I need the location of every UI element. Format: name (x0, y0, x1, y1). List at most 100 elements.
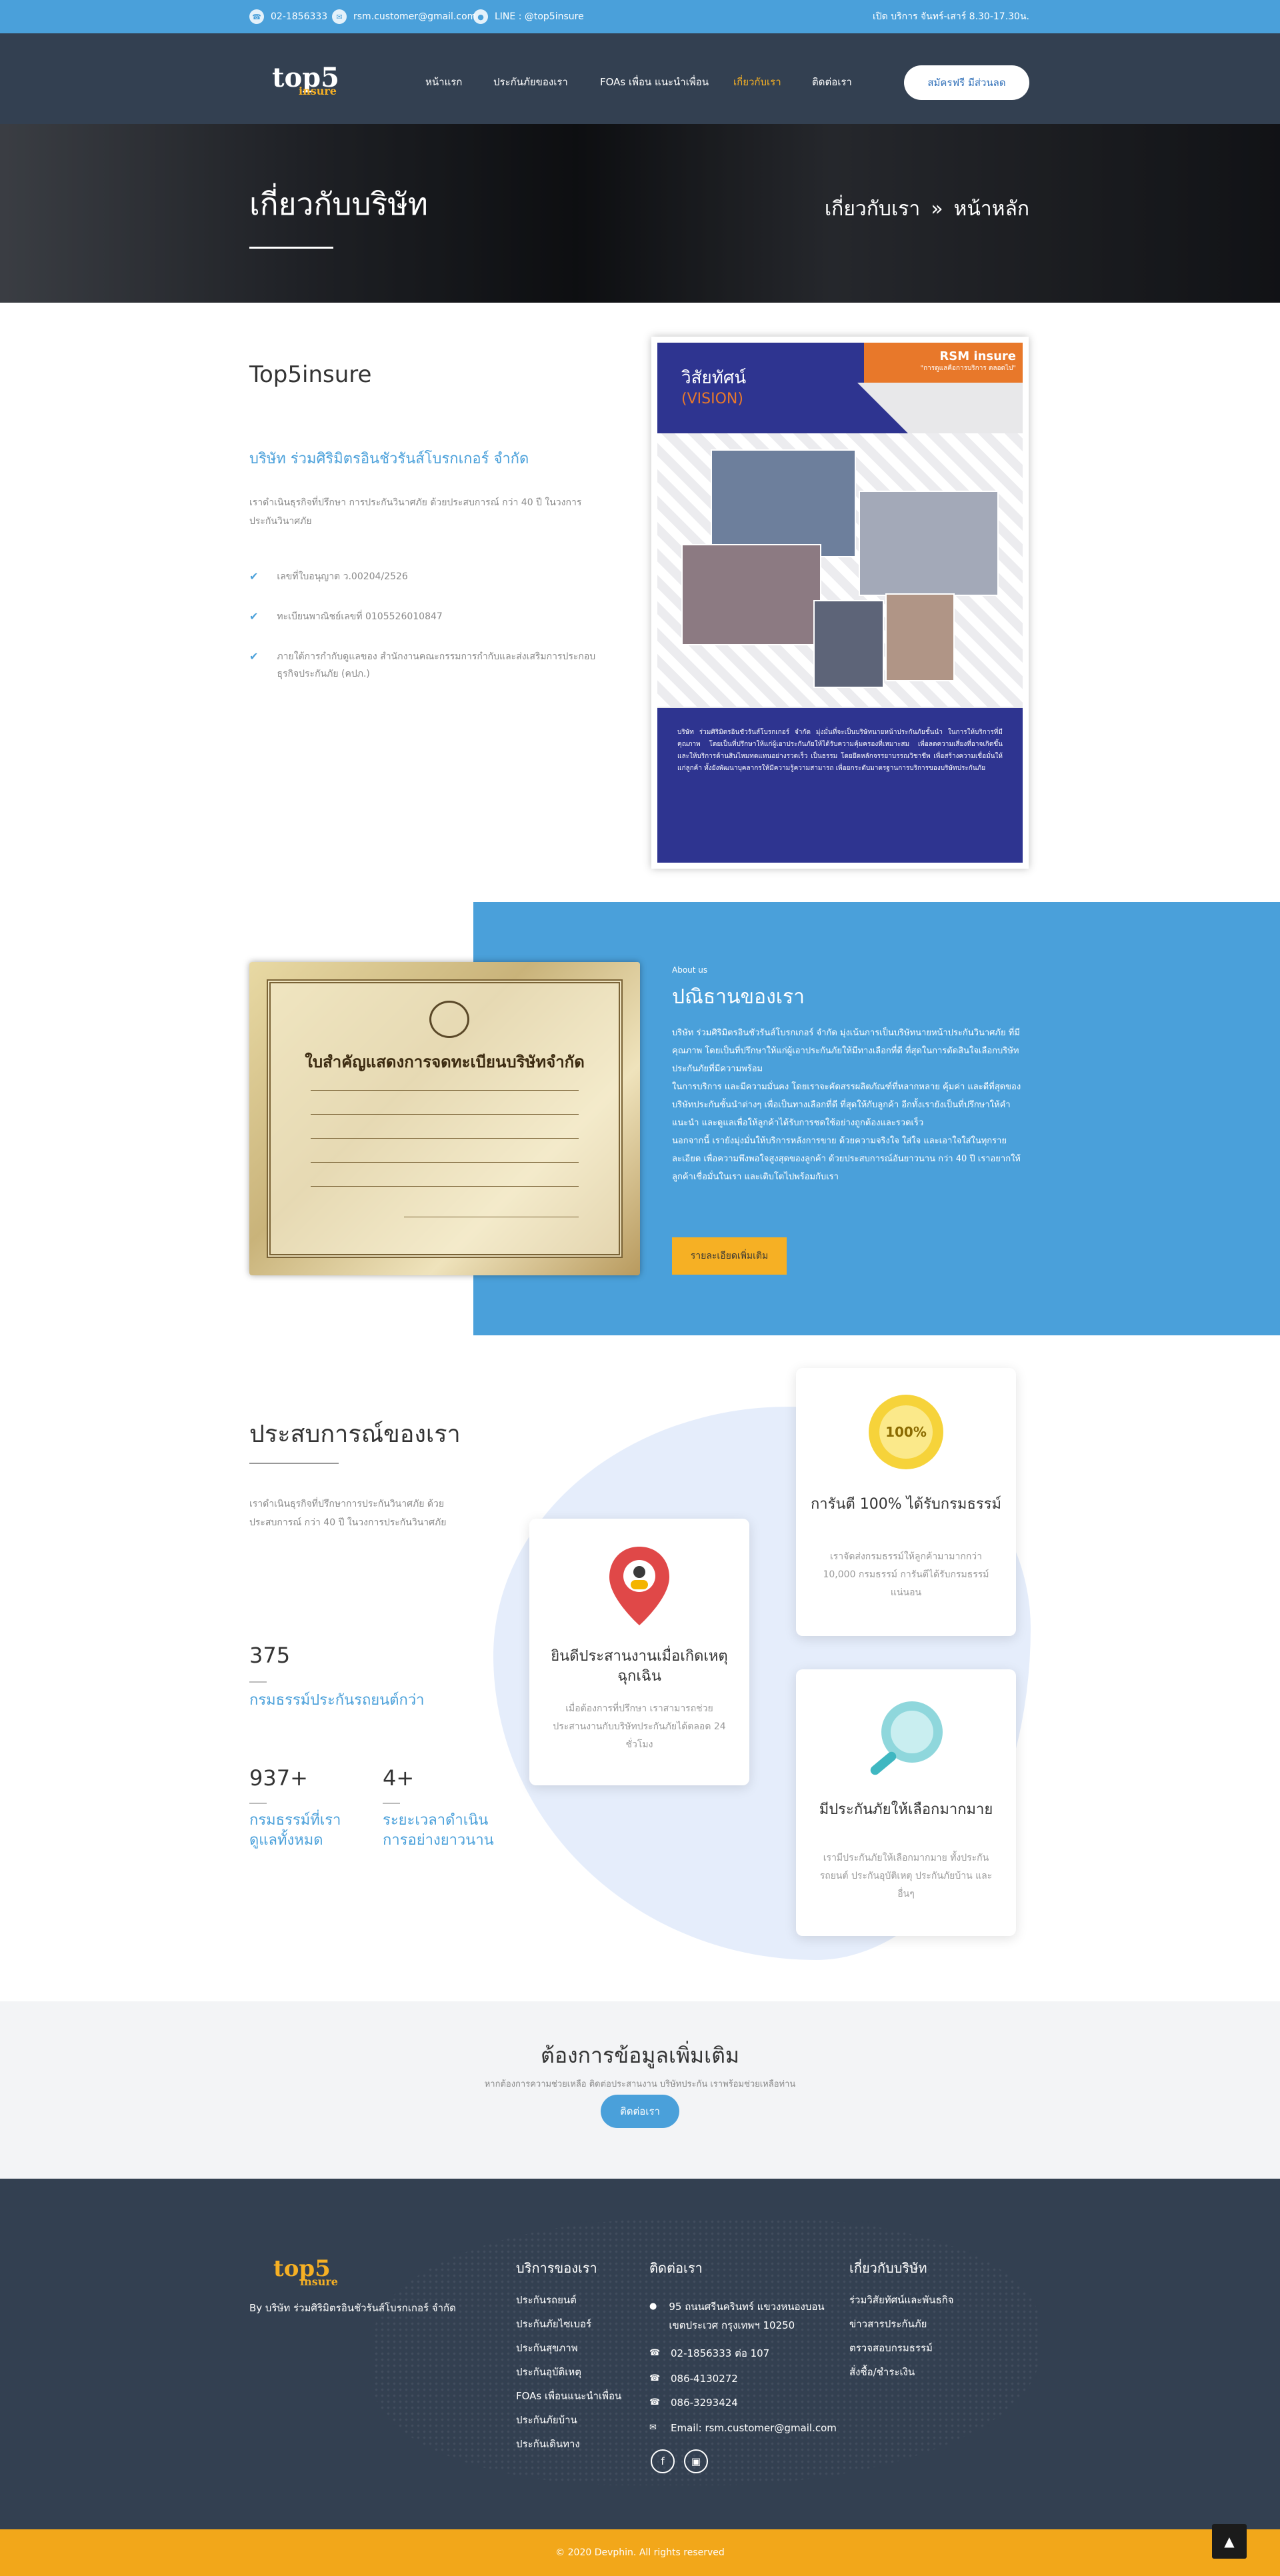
vision-poster: RSM insure "การดูแลคือการบริการ ตลอดไป" ว… (651, 337, 1029, 869)
breadcrumb-current: เกี่ยวกับเรา (824, 197, 921, 221)
footer-link[interactable]: ประกันภัยไซเบอร์ (516, 2316, 621, 2340)
footer-email[interactable]: ✉ Email: rsm.customer@gmail.com (649, 2419, 837, 2437)
stat-label: กรมธรรม์ประกันรถยนต์กว่า (249, 1692, 425, 1709)
vision-title-en: (VISION) (681, 391, 743, 407)
top-bar: ☎ 02-1856333 ✉ rsm.customer@gmail.com ● LIN… (0, 0, 1280, 33)
footer-phone[interactable]: ☎ 086-3293424 (649, 2393, 738, 2412)
copyright-text: © 2020 Devphin. All rights reserved (555, 2547, 725, 2558)
title-underline (249, 1463, 339, 1464)
topbar-email[interactable]: ✉ rsm.customer@gmail.com (332, 9, 476, 24)
check-icon: ✔ (249, 570, 259, 583)
rsm-logo: RSM insure "การดูแลคือการบริการ ตลอดไป" (920, 349, 1016, 372)
check-item: ✔ เลขที่ใบอนุญาต ว.00204/2526 (249, 568, 596, 585)
footer-phone[interactable]: ☎ 02-1856333 ต่อ 107 (649, 2344, 769, 2363)
check-icon: ✔ (249, 650, 259, 663)
footer: top5 insure By บริษัท ร่วมศิริมิตรอินชัวร… (0, 2179, 1280, 2529)
check-icon: ✔ (249, 610, 259, 623)
back-to-top-button[interactable]: ▲ (1212, 2524, 1247, 2559)
footer-about: By บริษัท ร่วมศิริมิตรอินชัวรันส์โบรกเกอ… (249, 2302, 456, 2314)
check-item: ✔ ภายใต้การกำกับดูแลของ สำนักงานคณะกรรมกา… (249, 648, 596, 683)
footer-link[interactable]: ประกันภัยบ้าน (516, 2412, 621, 2436)
facebook-icon[interactable]: f (651, 2449, 675, 2473)
breadcrumb-home[interactable]: หน้าหลัก (954, 193, 1029, 225)
stat-number: 4+ (383, 1765, 415, 1791)
phone-icon: ☎ (649, 2373, 661, 2383)
phone-icon: ☎ (649, 2397, 661, 2407)
page-hero: เกี่ยวกับบริษัท เกี่ยวกับเรา » หน้าหลัก (0, 124, 1280, 303)
team-photo (681, 544, 821, 645)
nav-contact[interactable]: ติดต่อเรา (812, 74, 852, 90)
footer-link[interactable]: สั่งซื้อ/ชำระเงิน (849, 2364, 953, 2388)
footer-address: ● 95 ถนนศรีนครินทร์ แขวงหนองบอน เขตประเวศ… (649, 2297, 829, 2335)
line-icon[interactable]: ▣ (684, 2449, 708, 2473)
footer-contact-title: ติดต่อเรา (649, 2260, 703, 2276)
footer-link[interactable]: FOAs เพื่อนแนะนำเพื่อน (516, 2388, 621, 2412)
main-nav: top5 insure หน้าแรก ประกันภัยของเรา FOAs … (0, 33, 1280, 124)
phone-icon: ☎ (249, 9, 264, 24)
footer-link[interactable]: ประกันสุขภาพ (516, 2340, 621, 2364)
company-fullname: บริษัท ร่วมศิริมิตรอินชัวรันส์โบรกเกอร์ … (249, 451, 529, 467)
vision-text: บริษัท ร่วมศิริมิตรอินชัวรันส์โบรกเกอร์ … (657, 708, 1023, 863)
cta-section: ต้องการข้อมูลเพิ่มเติม หากต้องการความช่ว… (0, 2001, 1280, 2179)
chevron-right-icon: » (931, 197, 943, 221)
copyright-bar: © 2020 Devphin. All rights reserved (0, 2529, 1280, 2576)
garuda-emblem-icon (429, 1001, 469, 1038)
footer-logo[interactable]: top5 insure (273, 2256, 338, 2287)
topbar-line[interactable]: ● LINE : @top5insure (473, 9, 584, 24)
topbar-hours: เปิด บริการ จันทร์-เสาร์ 8.30-17.30น. (873, 11, 1029, 22)
topbar-phone[interactable]: ☎ 02-1856333 (249, 9, 327, 24)
footer-company-title: เกี่ยวกับบริษัท (849, 2260, 927, 2276)
logo[interactable]: top5 insure (272, 65, 339, 97)
about-text: บริษัท ร่วมศิริมิตรอินชัวรันส์โบรกเกอร์ … (672, 1028, 1021, 1182)
location-pin-icon (609, 1547, 669, 1625)
check-item: ✔ ทะเบียนพาณิชย์เลขที่ 0105526010847 (249, 608, 596, 625)
experience-title: ประสบการณ์ของเรา (249, 1421, 461, 1448)
vision-title: วิสัยทัศน์ (681, 368, 747, 388)
cta-title: ต้องการข้อมูลเพิ่มเติม (541, 2043, 739, 2068)
more-details-button[interactable]: รายละเอียดเพิ่มเติม (672, 1237, 787, 1275)
nav-about[interactable]: เกี่ยวกับเรา (733, 74, 781, 90)
magnifier-icon (870, 1701, 943, 1775)
feature-card: 100% การันตี 100% ได้รับกรมธรรม์ เราจัดส… (796, 1368, 1016, 1636)
team-photo (859, 491, 999, 596)
footer-link[interactable]: ประกันรถยนต์ (516, 2292, 621, 2316)
footer-link[interactable]: ตรวจสอบกรมธรรม์ (849, 2340, 953, 2364)
experience-desc: เราดำเนินธุรกิจที่ปรึกษาการประกันวินาศภั… (249, 1499, 447, 1528)
footer-services-title: บริการของเรา (516, 2260, 597, 2276)
feature-card: มีประกันภัยให้เลือกมากมาย เรามีประกันภัย… (796, 1669, 1016, 1936)
team-photo (813, 600, 884, 688)
about-label: About us (672, 965, 708, 975)
company-desc: เราดำเนินธุรกิจที่ปรึกษา การประกันวินาศภ… (249, 497, 582, 527)
stat-number: 937+ (249, 1765, 308, 1791)
breadcrumb: เกี่ยวกับเรา » หน้าหลัก (825, 193, 1029, 225)
stat-number: 375 (249, 1643, 291, 1668)
team-photo (885, 593, 955, 681)
company-name: Top5insure (249, 361, 372, 388)
phone-icon: ☎ (649, 2348, 661, 2358)
signup-button[interactable]: สมัครฟรี มีส่วนลด (904, 65, 1029, 100)
team-photo (711, 449, 856, 557)
nav-home[interactable]: หน้าแรก (425, 74, 462, 90)
contact-button[interactable]: ติดต่อเรา (601, 2095, 679, 2128)
title-underline (249, 247, 333, 249)
location-icon: ● (649, 2301, 657, 2311)
about-title: ปณิธานของเรา (672, 985, 805, 1009)
registration-certificate: ใบสำคัญแสดงการจดทะเบียนบริษัทจำกัด (249, 962, 640, 1275)
footer-link[interactable]: ข่าวสารประกันภัย (849, 2316, 953, 2340)
nav-foas[interactable]: FOAs เพื่อน แนะนำเพื่อน (600, 74, 709, 90)
footer-link[interactable]: ประกันอุบัติเหตุ (516, 2364, 621, 2388)
footer-company: ร่วมวิสัยทัศน์และพันธกิจ ข่าวสารประกันภั… (849, 2292, 953, 2388)
stat-label: ระยะเวลาดำเนินการอย่างยาวนาน (383, 1812, 494, 1849)
arrow-up-icon: ▲ (1224, 2533, 1235, 2549)
stat-label: กรมธรรม์ที่เราดูแลทั้งหมด (249, 1812, 341, 1849)
cta-subtitle: หากต้องการความช่วยเหลือ ติดต่อประสานงาน … (484, 2079, 796, 2089)
nav-insurance[interactable]: ประกันภัยของเรา (493, 74, 568, 90)
footer-link[interactable]: ร่วมวิสัยทัศน์และพันธกิจ (849, 2292, 953, 2316)
feature-card: ยินดีประสานงานเมื่อเกิดเหตุฉุกเฉิน เมื่อ… (529, 1519, 749, 1785)
footer-services: ประกันรถยนต์ ประกันภัยไซเบอร์ ประกันสุขภ… (516, 2292, 621, 2460)
email-icon: ✉ (649, 2423, 657, 2433)
footer-link[interactable]: ประกันเดินทาง (516, 2436, 621, 2460)
footer-phone[interactable]: ☎ 086-4130272 (649, 2369, 738, 2388)
page-title: เกี่ยวกับบริษัท (249, 186, 428, 222)
chat-icon: ● (473, 9, 488, 24)
